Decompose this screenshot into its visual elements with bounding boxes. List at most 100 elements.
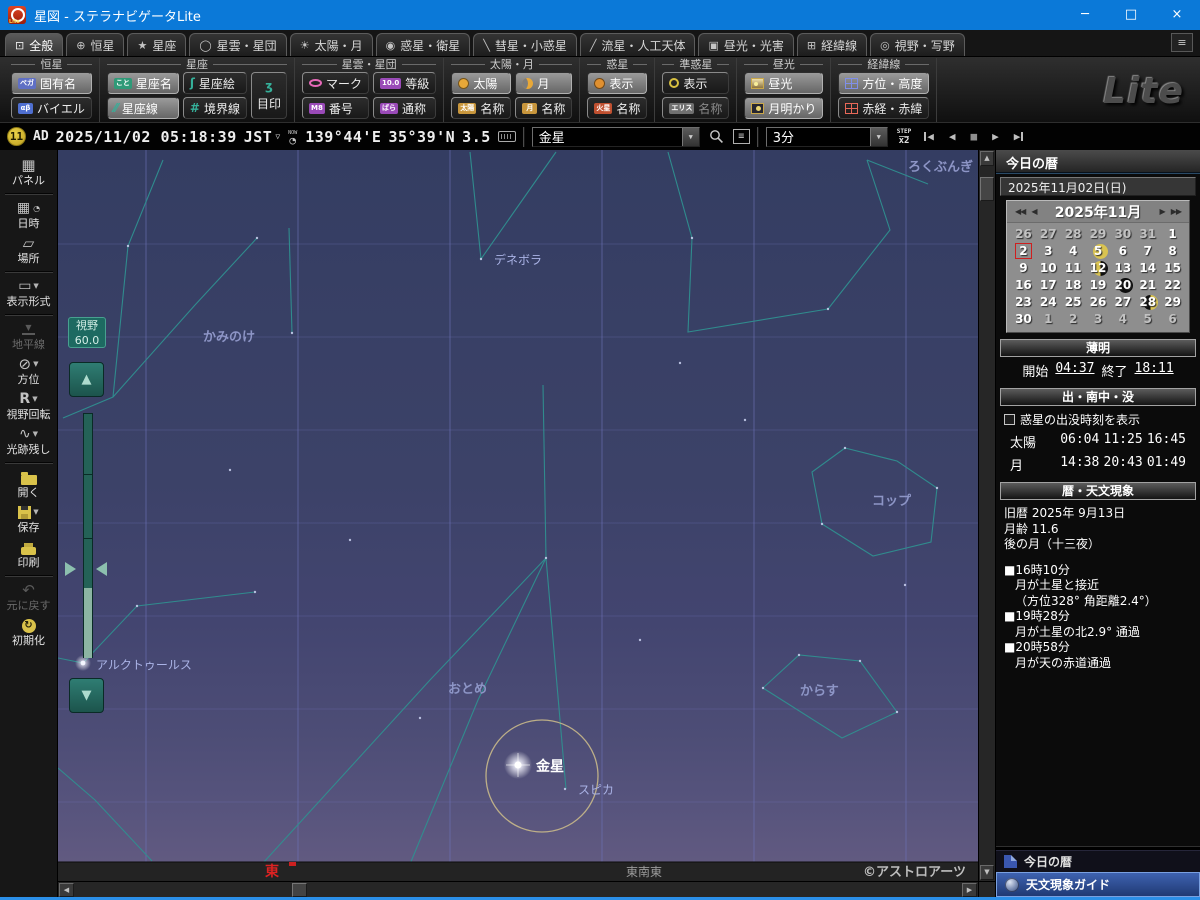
calendar-day[interactable]: 20 <box>1110 277 1135 294</box>
fov-zoom-out-button[interactable]: ▼ <box>69 678 104 713</box>
sidebar-item-print[interactable]: 印刷 <box>1 537 57 572</box>
scroll-right-button[interactable]: ▶ <box>962 883 977 897</box>
star-chart[interactable]: ろくぶんぎかみのけコップおとめからすデネボラアルクトゥールススピカ金星東東南東©… <box>58 150 978 881</box>
close-button[interactable]: × <box>1154 0 1200 30</box>
minimize-button[interactable]: ─ <box>1062 0 1108 30</box>
calendar-day[interactable]: 28 <box>1061 226 1086 243</box>
tab-constellations[interactable]: ★星座 <box>127 33 186 56</box>
calendar-day[interactable]: 29 <box>1086 226 1111 243</box>
timezone-dropdown-icon[interactable]: ▽ <box>275 132 280 141</box>
panel-tab-astro-guide[interactable]: 天文現象ガイド <box>996 872 1200 897</box>
button-dwarf-name[interactable]: エリス名称 <box>662 97 729 119</box>
skip-to-start-button[interactable]: ◀ <box>920 130 938 143</box>
tab-meteors-artificial[interactable]: ╱流星・人工天体 <box>580 33 696 56</box>
calendar-day[interactable]: 6 <box>1160 311 1185 328</box>
scroll-down-button[interactable]: ▼ <box>980 865 994 880</box>
tab-comets-asteroids[interactable]: ╲彗星・小惑星 <box>473 33 577 56</box>
list-icon[interactable]: ≡ <box>733 129 750 144</box>
vertical-scroll-thumb[interactable] <box>980 177 994 201</box>
calendar-day[interactable]: 30 <box>1110 226 1135 243</box>
calendar-next-month-button[interactable]: ▶ <box>1157 207 1168 216</box>
play-forward-button[interactable]: ▶ <box>988 130 1003 143</box>
dropdown-arrow-icon[interactable]: ▼ <box>870 128 887 146</box>
calendar-day[interactable]: 2 <box>1061 311 1086 328</box>
button-constellation-lines[interactable]: ⁄⁄星座線 <box>107 97 179 119</box>
calendar-day[interactable]: 3 <box>1086 311 1111 328</box>
calendar-day[interactable]: 29 <box>1160 294 1185 311</box>
sidebar-item-light-trail[interactable]: ∿▼光跡残し <box>1 424 57 459</box>
button-moon-name[interactable]: 月名称 <box>515 97 572 119</box>
button-ra-dec[interactable]: 赤経・赤緯 <box>838 97 929 119</box>
calendar-prev-year-button[interactable]: ◀◀ <box>1012 207 1028 216</box>
scroll-up-button[interactable]: ▲ <box>980 151 994 166</box>
sidebar-item-save[interactable]: ▼保存 <box>1 502 57 537</box>
search-icon[interactable] <box>707 128 726 145</box>
button-moonlight[interactable]: 月明かり <box>744 97 823 119</box>
menu-icon[interactable]: ≡ <box>1171 33 1193 52</box>
tab-fov-photo[interactable]: ◎視野・写野 <box>870 33 965 56</box>
calendar-day[interactable]: 4 <box>1061 243 1086 260</box>
sidebar-item-fov-rotation[interactable]: R▼視野回転 <box>1 389 57 424</box>
target-select[interactable]: 金星 ▼ <box>532 127 700 147</box>
calendar-day[interactable]: 23 <box>1011 294 1036 311</box>
button-planets-display[interactable]: 表示 <box>587 72 647 94</box>
calendar-day[interactable]: 6 <box>1110 243 1135 260</box>
skip-to-end-button[interactable]: ▶ <box>1010 130 1028 143</box>
calendar-day[interactable]: 1 <box>1036 311 1061 328</box>
fov-slider-handle-icon[interactable] <box>65 562 76 576</box>
calendar-day[interactable]: 28 <box>1135 294 1160 311</box>
button-mark[interactable]: マーク <box>302 72 369 94</box>
tab-general[interactable]: ⊡全般 <box>5 33 63 56</box>
button-dwarf-display[interactable]: 表示 <box>662 72 729 94</box>
calendar-prev-month-button[interactable]: ◀ <box>1028 207 1039 216</box>
calendar-day[interactable]: 12 <box>1086 260 1111 277</box>
calendar-day[interactable]: 11 <box>1061 260 1086 277</box>
sidebar-item-direction[interactable]: ⊘▼方位 <box>1 354 57 389</box>
calendar-day[interactable]: 27 <box>1110 294 1135 311</box>
planet-times-checkbox[interactable] <box>1004 414 1015 425</box>
calendar-day[interactable]: 5 <box>1135 311 1160 328</box>
button-boundary-lines[interactable]: #境界線 <box>183 97 247 119</box>
calendar-day[interactable]: 30 <box>1011 311 1036 328</box>
panel-tab-today-calendar[interactable]: 今日の暦 <box>996 850 1200 872</box>
calendar-day[interactable]: 8 <box>1160 243 1185 260</box>
sidebar-item-reset[interactable]: ↻初期化 <box>1 615 57 650</box>
vertical-scrollbar[interactable]: ▲ ▼ <box>979 150 995 881</box>
calendar-day[interactable]: 21 <box>1135 277 1160 294</box>
button-common-name[interactable]: ばら通称 <box>373 97 436 119</box>
calendar-next-year-button[interactable]: ▶▶ <box>1168 207 1184 216</box>
calendar-day[interactable]: 16 <box>1011 277 1036 294</box>
calendar-day[interactable]: 1 <box>1160 226 1185 243</box>
scroll-left-button[interactable]: ◀ <box>59 883 74 897</box>
keyboard-icon[interactable] <box>498 131 516 142</box>
button-azimuth-altitude[interactable]: 方位・高度 <box>838 72 929 94</box>
maximize-button[interactable]: □ <box>1108 0 1154 30</box>
horizontal-scrollbar[interactable]: ◀ ▶ <box>58 881 978 897</box>
fov-zoom-in-button[interactable]: ▲ <box>69 362 104 397</box>
sidebar-item-location[interactable]: ▱場所 <box>1 233 57 268</box>
calendar-day[interactable]: 25 <box>1061 294 1086 311</box>
twilight-start-time[interactable]: 04:37 <box>1055 361 1094 380</box>
calendar-day[interactable]: 4 <box>1110 311 1135 328</box>
step-x2-icon[interactable]: STEP x2 <box>897 127 911 146</box>
dropdown-arrow-icon[interactable]: ▼ <box>682 128 699 146</box>
calendar-day[interactable]: 27 <box>1036 226 1061 243</box>
calendar-day[interactable]: 2 <box>1011 243 1036 260</box>
calendar-day[interactable]: 3 <box>1036 243 1061 260</box>
stop-button[interactable]: ■ <box>966 130 981 143</box>
tab-sun-moon[interactable]: ☀太陽・月 <box>290 33 373 56</box>
step-back-button[interactable]: ◀ <box>945 130 960 143</box>
calendar-day[interactable]: 18 <box>1061 277 1086 294</box>
tab-nebulae-clusters[interactable]: ◯星雲・星団 <box>189 33 286 56</box>
tab-coordinate-lines[interactable]: ⊞経緯線 <box>797 33 867 56</box>
twilight-end-time[interactable]: 18:11 <box>1135 361 1174 380</box>
fov-slider[interactable] <box>83 413 93 658</box>
sidebar-item-datetime[interactable]: ▦◔日時 <box>1 198 57 233</box>
button-magnitude[interactable]: 10.0等級 <box>373 72 436 94</box>
month-badge[interactable]: 11 <box>7 127 26 146</box>
button-number[interactable]: M8番号 <box>302 97 369 119</box>
calendar-day[interactable]: 9 <box>1011 260 1036 277</box>
button-moon[interactable]: 月 <box>515 72 572 94</box>
calendar-day[interactable]: 26 <box>1011 226 1036 243</box>
calendar-day[interactable]: 10 <box>1036 260 1061 277</box>
